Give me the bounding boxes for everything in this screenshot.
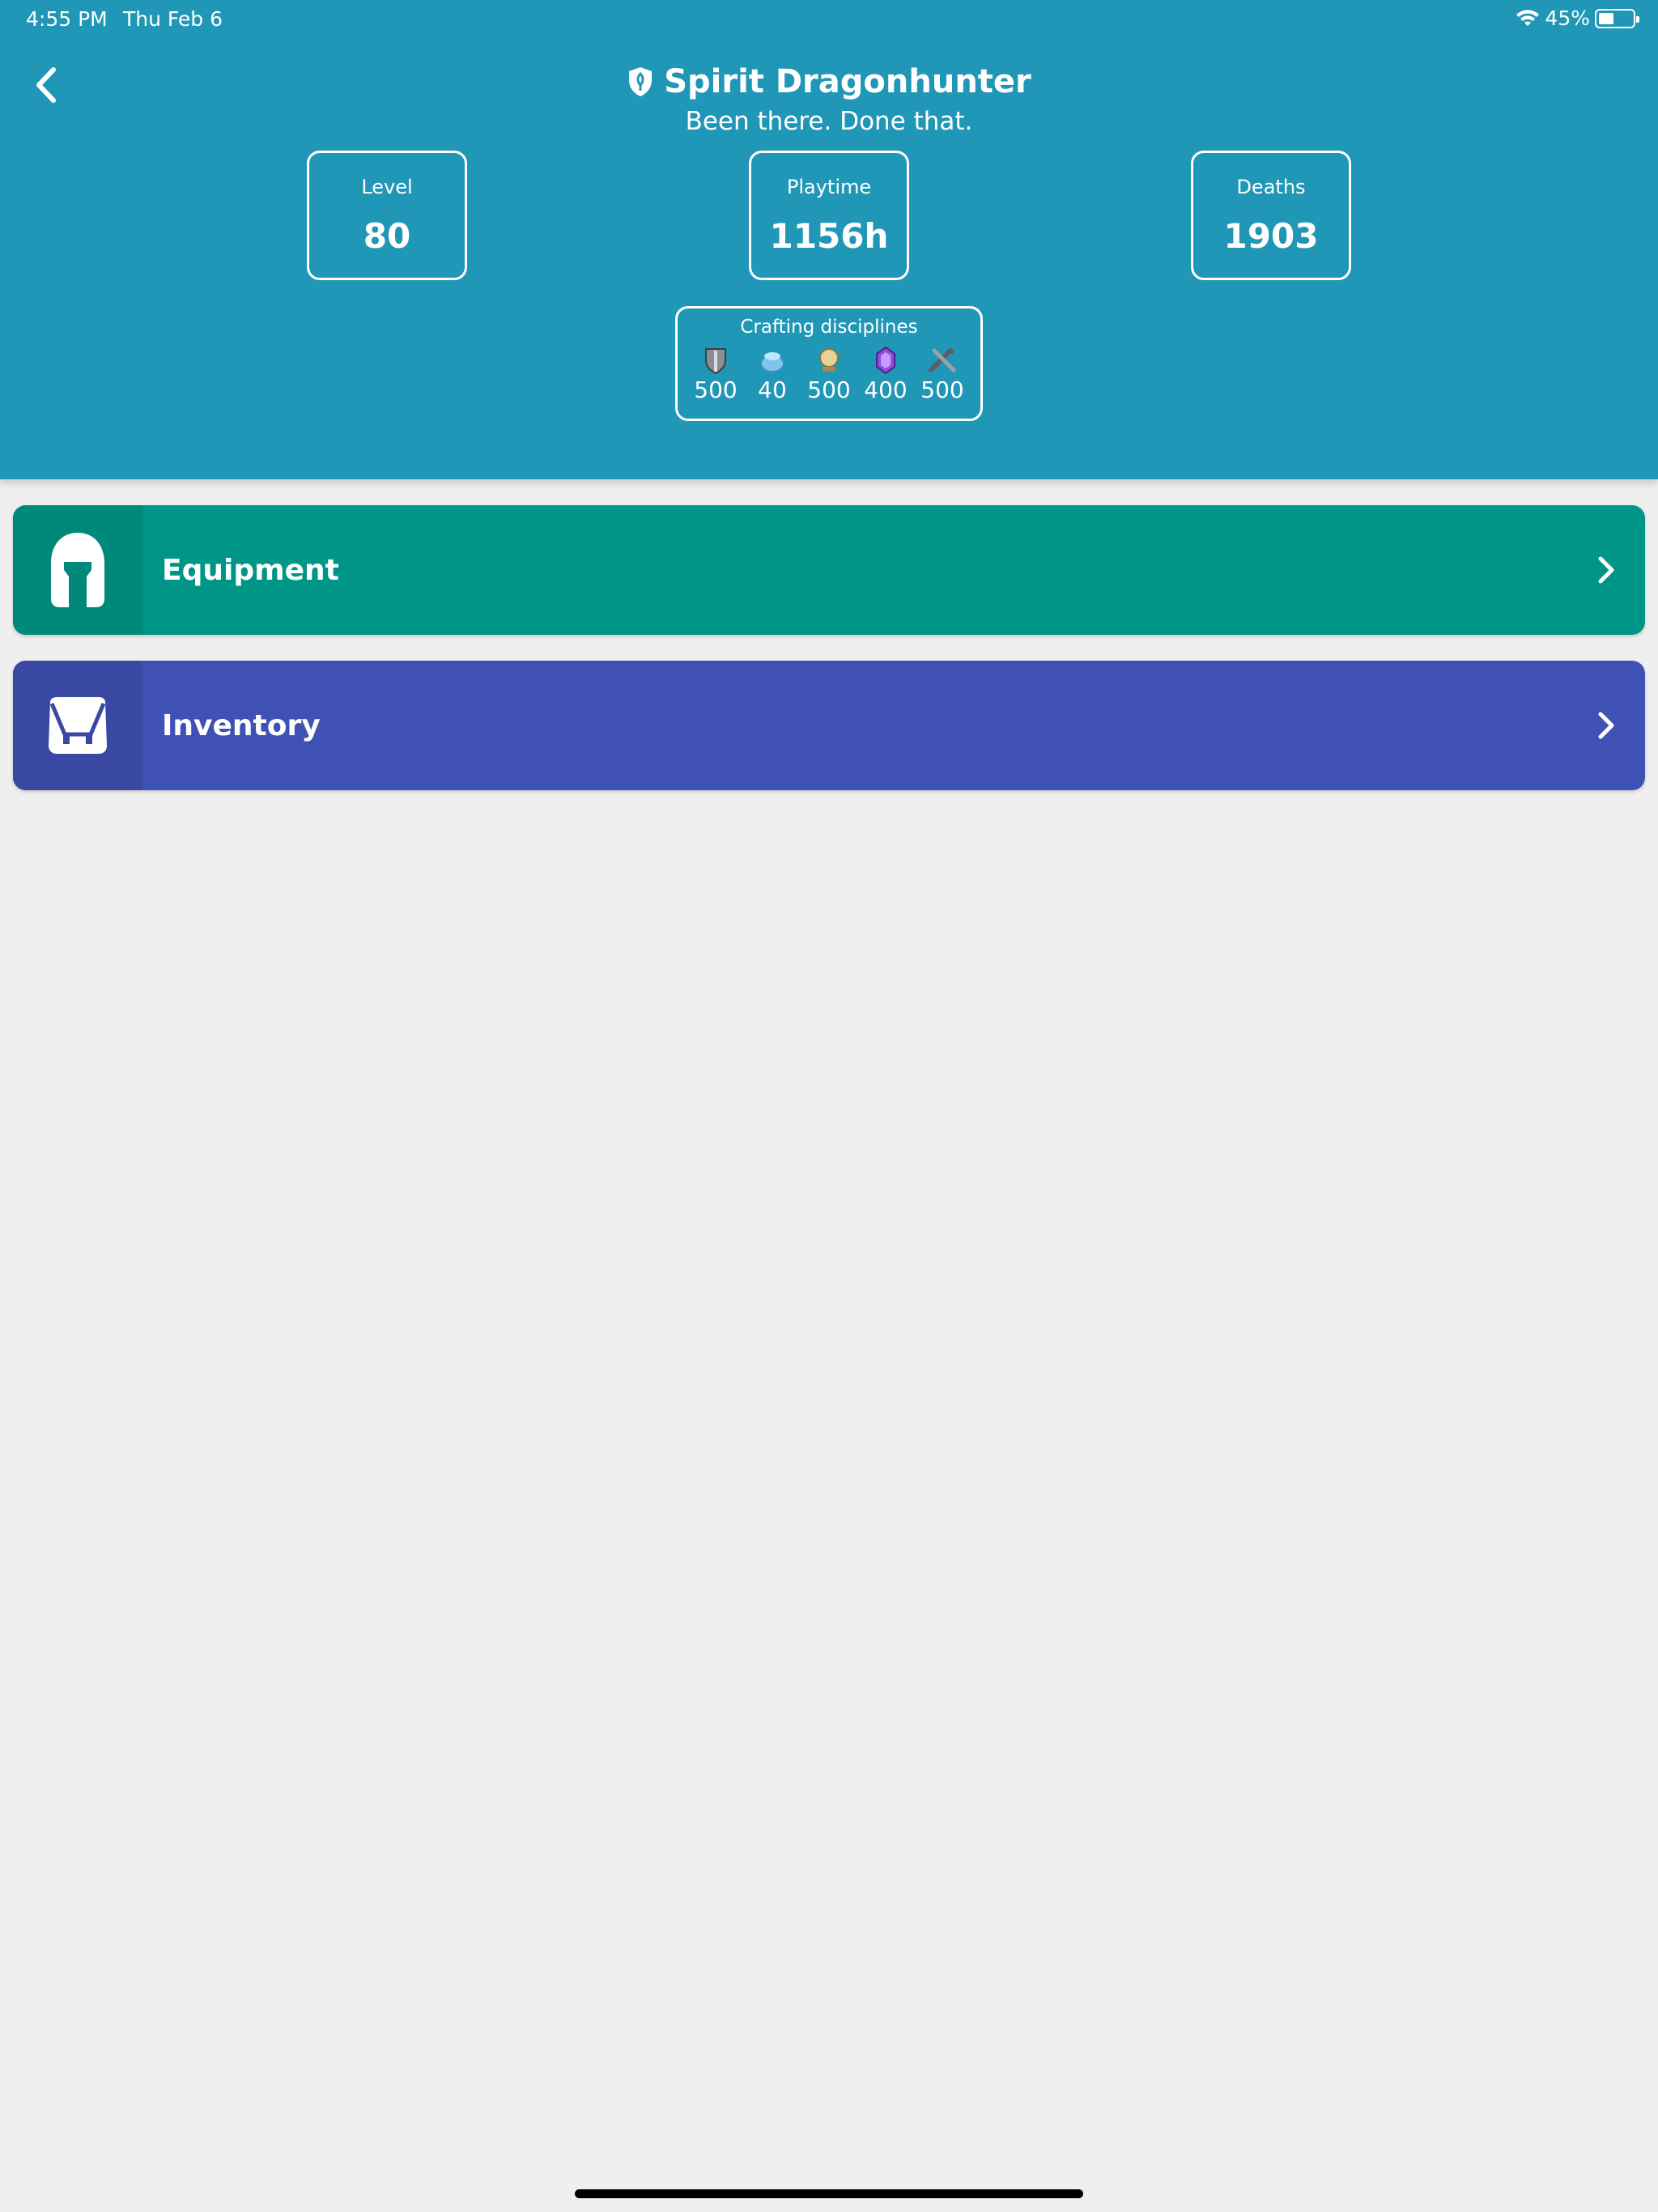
helmet-icon <box>51 533 104 607</box>
chevron-right-icon <box>1598 556 1614 584</box>
guardian-shield-icon <box>629 67 653 96</box>
chef-icon <box>760 352 784 372</box>
character-title: Been there. Done that. <box>685 107 973 136</box>
wifi-icon <box>1516 9 1540 26</box>
status-date: Thu Feb 6 <box>123 7 223 31</box>
deaths-value: 1903 <box>1223 216 1319 256</box>
battery-percent: 45% <box>1545 6 1590 30</box>
deaths-stat: Deaths 1903 <box>1191 151 1351 280</box>
weaponsmith-icon <box>929 348 956 372</box>
status-right: 45% <box>1516 6 1639 30</box>
weaponsmith-value: 500 <box>920 376 964 403</box>
inventory-label: Inventory <box>162 708 321 742</box>
chevron-right-icon <box>1598 712 1614 739</box>
home-indicator[interactable] <box>575 2189 1083 2198</box>
scribe-icon <box>819 348 839 372</box>
playtime-label: Playtime <box>786 176 872 198</box>
jeweler-value: 400 <box>864 376 908 403</box>
inventory-icon-area <box>13 661 142 790</box>
armorsmith-icon <box>705 348 726 375</box>
level-stat: Level 80 <box>307 151 467 280</box>
equipment-label: Equipment <box>162 553 339 587</box>
crafting-label: Crafting disciplines <box>740 317 918 338</box>
title-row: Spirit Dragonhunter <box>0 63 1658 100</box>
jeweler-icon <box>876 346 895 375</box>
discipline-scribe: 500 <box>806 346 852 403</box>
status-time: 4:55 PM <box>26 7 108 31</box>
character-header: 4:55 PM Thu Feb 6 45% Spirit Dragonhunte… <box>0 0 1658 479</box>
scribe-value: 500 <box>807 376 851 403</box>
armorsmith-value: 500 <box>694 376 738 403</box>
deaths-label: Deaths <box>1236 176 1306 198</box>
playtime-value: 1156h <box>769 216 889 256</box>
inventory-card[interactable]: Inventory <box>13 661 1645 790</box>
equipment-icon-area <box>13 505 142 635</box>
discipline-weaponsmith: 500 <box>920 346 965 403</box>
level-value: 80 <box>363 216 411 256</box>
level-label: Level <box>361 176 413 198</box>
character-name: Spirit Dragonhunter <box>664 63 1031 100</box>
chef-value: 40 <box>758 376 787 403</box>
equipment-card[interactable]: Equipment <box>13 505 1645 635</box>
bag-icon <box>49 697 107 754</box>
crafting-disciplines: Crafting disciplines 500 40 500 400 500 <box>675 306 983 421</box>
discipline-jeweler: 400 <box>863 346 908 403</box>
status-bar: 4:55 PM Thu Feb 6 45% <box>0 0 1658 39</box>
playtime-stat: Playtime 1156h <box>749 151 909 280</box>
discipline-armorsmith: 500 <box>693 346 738 403</box>
battery-icon <box>1595 8 1639 28</box>
discipline-chef: 40 <box>750 346 795 403</box>
